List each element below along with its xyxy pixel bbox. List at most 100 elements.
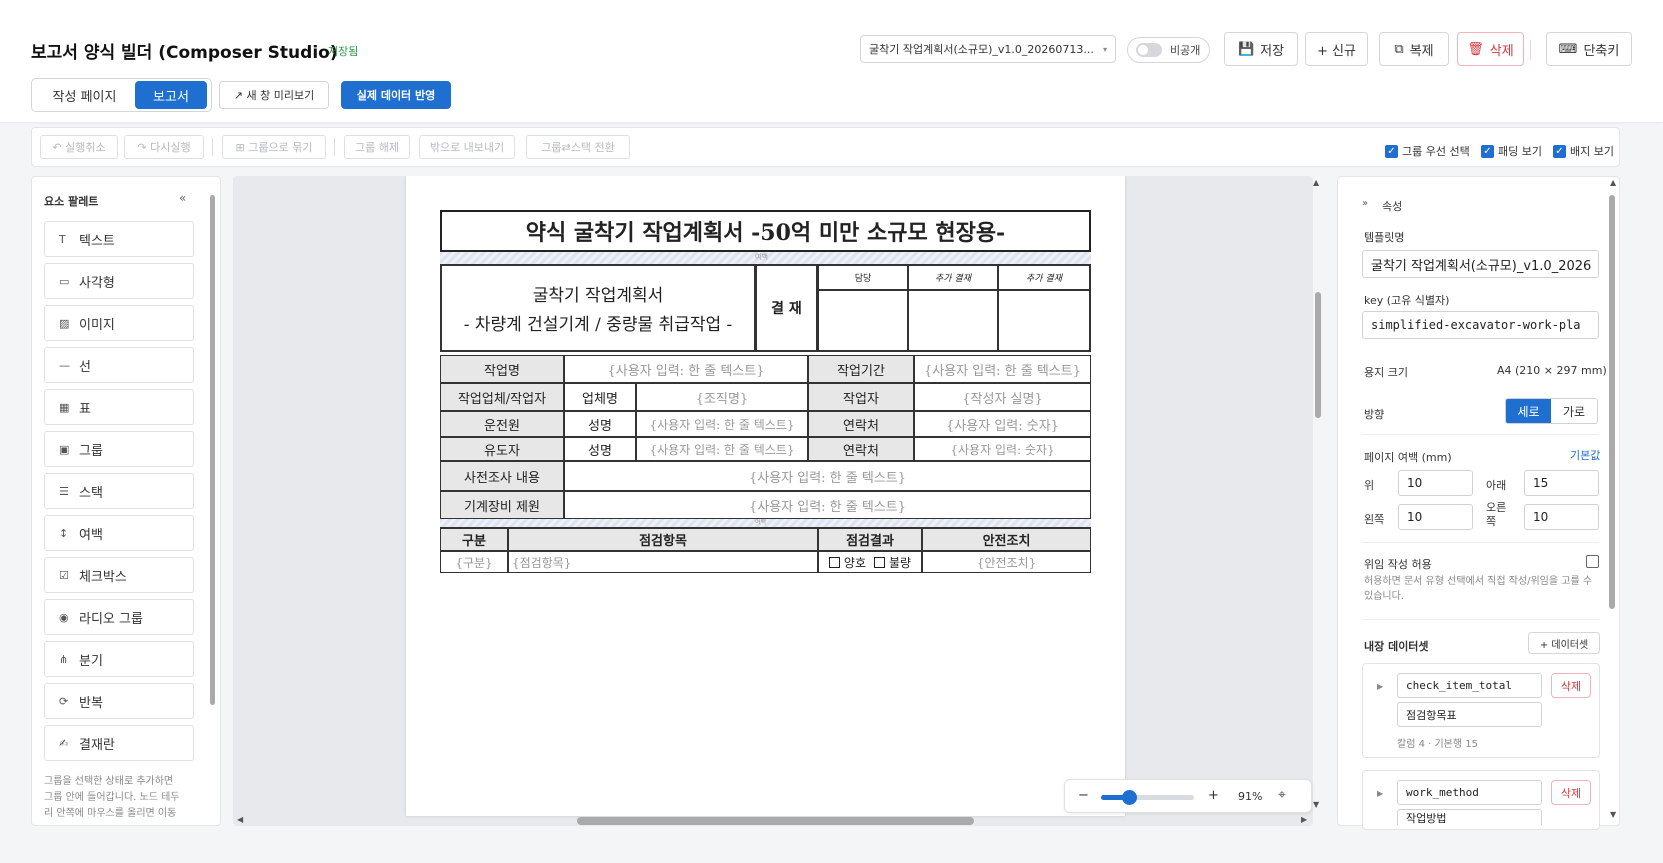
new-button[interactable]: + 신규: [1305, 32, 1368, 66]
orientation-landscape[interactable]: 가로: [1551, 399, 1597, 423]
badge-view-checkbox[interactable]: ✓ 배지 보기: [1553, 143, 1614, 159]
ungroup-button[interactable]: 그룹 해제: [344, 135, 410, 159]
dataset-key-input[interactable]: check_item_total: [1397, 673, 1542, 698]
doc-subtitle-box[interactable]: 굴착기 작업계획서 - 차량계 건설기계 / 중량물 취급작업 -: [440, 264, 755, 352]
palette-item-line[interactable]: — 선: [44, 347, 194, 383]
check-cell-item[interactable]: {점검항목}: [508, 551, 818, 573]
zoom-in-button[interactable]: +: [1208, 788, 1219, 803]
value-worker[interactable]: {작성자 실명}: [914, 383, 1091, 411]
label-equipment[interactable]: 기계장비 제원: [440, 491, 564, 519]
approval-col-2-header[interactable]: 추가 결재: [908, 264, 998, 290]
label-guide-contact[interactable]: 연락처: [808, 437, 914, 461]
group-stack-toggle-button[interactable]: 그룹⇄스택 전환: [526, 135, 630, 159]
palette-item-radio-group[interactable]: ◉ 라디오 그룹: [44, 599, 194, 635]
label-work-name[interactable]: 작업명: [440, 355, 564, 383]
label-driver[interactable]: 운전원: [440, 411, 564, 437]
group-button[interactable]: ⊞ 그룹으로 묶기: [222, 135, 326, 159]
apply-data-button[interactable]: 실제 데이터 반영: [341, 81, 451, 109]
tab-write-page[interactable]: 작성 페이지: [34, 81, 135, 109]
copy-button[interactable]: ⧉ 복제: [1379, 32, 1449, 66]
palette-item-spacer[interactable]: ↕ 여백: [44, 515, 194, 551]
palette-item-group[interactable]: ▣ 그룹: [44, 431, 194, 467]
delegate-checkbox[interactable]: [1586, 555, 1599, 568]
palette-item-stack[interactable]: ☰ 스택: [44, 473, 194, 509]
margin-bottom-input[interactable]: 15: [1524, 470, 1599, 496]
check-header-safety[interactable]: 안전조치: [922, 527, 1091, 551]
approval-col-1-header[interactable]: 담당: [818, 264, 908, 290]
palette-item-approval[interactable]: ✍ 결재란: [44, 725, 194, 761]
palette-scrollbar[interactable]: [210, 195, 215, 705]
checkbox-bad[interactable]: [874, 556, 885, 568]
tab-report[interactable]: 보고서: [135, 81, 207, 109]
zoom-slider-knob[interactable]: [1121, 790, 1137, 805]
value-work-period[interactable]: {사용자 입력: 한 줄 텍스트}: [914, 355, 1091, 383]
margin-left-input[interactable]: 10: [1398, 504, 1473, 530]
dataset-name-input[interactable]: 점검항목표: [1397, 702, 1542, 727]
label-worker[interactable]: 작업자: [808, 383, 914, 411]
delete-button[interactable]: 🗑 삭제: [1457, 32, 1524, 66]
props-scrollbar[interactable]: [1609, 195, 1615, 609]
group-priority-checkbox[interactable]: ✓ 그룹 우선 선택: [1385, 143, 1470, 159]
props-scroll-up-icon[interactable]: ▲: [1610, 178, 1616, 187]
palette-item-branch[interactable]: ⋔ 분기: [44, 641, 194, 677]
collapse-icon[interactable]: «: [179, 191, 186, 205]
check-header-result[interactable]: 점검결과: [818, 527, 922, 551]
palette-item-text[interactable]: T 텍스트: [44, 221, 194, 257]
approval-sign-3[interactable]: [998, 290, 1091, 352]
expand-icon[interactable]: »: [1362, 198, 1368, 209]
add-dataset-button[interactable]: + 데이터셋: [1528, 632, 1600, 654]
dataset-key-input[interactable]: work_method: [1397, 780, 1542, 805]
check-header-category[interactable]: 구분: [440, 527, 508, 551]
label-guide[interactable]: 유도자: [440, 437, 564, 461]
expand-arrow-icon[interactable]: ▶: [1377, 789, 1383, 798]
margin-top-input[interactable]: 10: [1398, 470, 1473, 496]
dataset-name-input[interactable]: 작업방법: [1397, 809, 1542, 825]
value-company-name[interactable]: {조직명}: [636, 383, 808, 411]
fit-target-icon[interactable]: ⌖: [1278, 787, 1286, 803]
palette-item-rect[interactable]: ▭ 사각형: [44, 263, 194, 299]
padding-view-checkbox[interactable]: ✓ 패딩 보기: [1481, 143, 1542, 159]
margin-right-input[interactable]: 10: [1524, 504, 1599, 530]
value-guide-name[interactable]: {사용자 입력: 한 줄 텍스트}: [636, 437, 808, 461]
approval-label[interactable]: 결 재: [755, 264, 818, 352]
canvas-hscroll-right-icon[interactable]: ▶: [1301, 815, 1307, 824]
undo-button[interactable]: ↶ 실행취소: [40, 135, 118, 159]
zoom-out-button[interactable]: −: [1078, 788, 1089, 803]
expand-arrow-icon[interactable]: ▶: [1377, 682, 1383, 691]
canvas-hscroll-left-icon[interactable]: ◀: [237, 815, 243, 824]
value-guide-contact[interactable]: {사용자 입력: 숫자}: [914, 437, 1091, 461]
canvas-vscroll-thumb[interactable]: [1315, 292, 1321, 418]
approval-sign-1[interactable]: [818, 290, 908, 352]
visibility-toggle[interactable]: 비공개: [1127, 37, 1210, 63]
toggle-switch[interactable]: [1136, 43, 1162, 57]
value-survey[interactable]: {사용자 입력: 한 줄 텍스트}: [564, 461, 1091, 491]
preview-button[interactable]: ↗ 새 창 미리보기: [219, 81, 329, 109]
label-company-name[interactable]: 업체명: [564, 383, 636, 411]
label-work-period[interactable]: 작업기간: [808, 355, 914, 383]
orientation-portrait[interactable]: 세로: [1506, 399, 1552, 423]
check-cell-category[interactable]: {구분}: [440, 551, 508, 573]
approval-col-3-header[interactable]: 추가 결재: [998, 264, 1091, 290]
label-driver-name[interactable]: 성명: [564, 411, 636, 437]
value-driver-contact[interactable]: {사용자 입력: 숫자}: [914, 411, 1091, 437]
palette-item-repeat[interactable]: ⟳ 반복: [44, 683, 194, 719]
check-cell-safety[interactable]: {안전조치}: [922, 551, 1091, 573]
props-scroll-down-icon[interactable]: ▼: [1610, 810, 1616, 819]
check-cell-result[interactable]: 양호 불량: [818, 551, 922, 573]
canvas-vscroll-down-icon[interactable]: ▼: [1313, 800, 1319, 809]
label-driver-contact[interactable]: 연락처: [808, 411, 914, 437]
key-input[interactable]: simplified-excavator-work-pla: [1362, 311, 1599, 339]
value-driver-name[interactable]: {사용자 입력: 한 줄 텍스트}: [636, 411, 808, 437]
dataset-delete-button[interactable]: 삭제: [1551, 780, 1591, 805]
dataset-delete-button[interactable]: 삭제: [1551, 673, 1591, 698]
canvas-vscroll-up-icon[interactable]: ▲: [1313, 178, 1319, 187]
approval-sign-2[interactable]: [908, 290, 998, 352]
zoom-slider[interactable]: [1101, 790, 1194, 805]
doc-title[interactable]: 약식 굴착기 작업계획서 -50억 미만 소규모 현장용-: [440, 210, 1091, 252]
label-company-worker[interactable]: 작업업체/작업자: [440, 383, 564, 411]
save-button[interactable]: 💾 저장: [1224, 32, 1298, 66]
shortcuts-button[interactable]: ⌨ 단축키: [1546, 32, 1632, 66]
palette-item-table[interactable]: ▦ 표: [44, 389, 194, 425]
check-header-item[interactable]: 점검항목: [508, 527, 818, 551]
value-work-name[interactable]: {사용자 입력: 한 줄 텍스트}: [564, 355, 808, 383]
